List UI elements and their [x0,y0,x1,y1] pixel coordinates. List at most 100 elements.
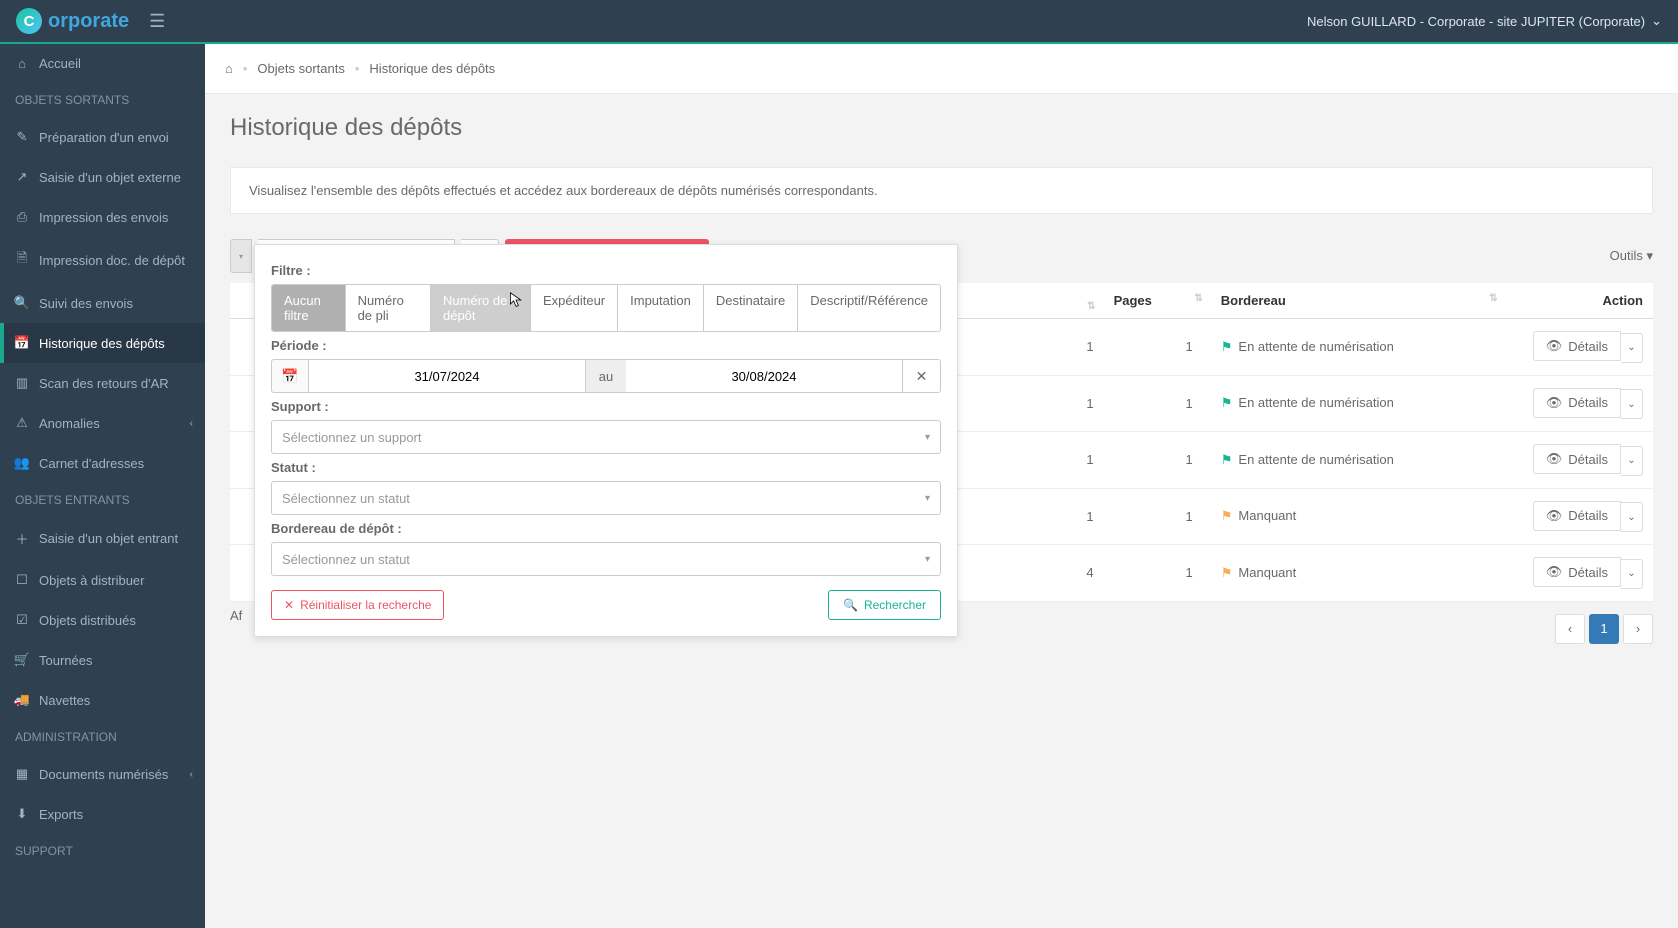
sidebar-item-tournees[interactable]: 🛒Tournées [0,640,205,680]
breadcrumb-l2: Historique des dépôts [369,61,495,76]
detail-button[interactable]: 👁Détails [1533,444,1621,474]
sidebar: ⌂Accueil OBJETS SORTANTS ✎Préparation d'… [0,44,205,928]
file-icon: 🗎 [15,249,29,271]
detail-button[interactable]: 👁Détails [1533,331,1621,361]
reset-filter-button[interactable]: ✕Réinitialiser la recherche [271,590,444,620]
support-label: Support : [271,399,941,414]
check-square-icon: ☑ [15,612,29,628]
sort-icon[interactable]: ⇅ [1194,293,1202,304]
filter-tab-none[interactable]: Aucun filtre [272,285,346,331]
chevron-left-icon: ‹ [190,769,193,780]
detail-caret[interactable]: ⌄ [1621,559,1643,589]
plus-icon: ＋ [15,529,29,548]
flag-icon: ⚑ [1221,339,1233,354]
sidebar-item-carnet[interactable]: 👥Carnet d'adresses [0,443,205,483]
info-box: Visualisez l'ensemble des dépôts effectu… [230,167,1653,214]
home-icon: ⌂ [15,56,29,71]
chevron-left-icon: ‹ [190,418,193,429]
download-icon: ⬇ [15,806,29,822]
detail-caret[interactable]: ⌄ [1621,502,1643,532]
filter-tab-imputation[interactable]: Imputation [618,285,704,331]
sidebar-item-exports[interactable]: ⬇Exports [0,794,205,834]
bordereau-select[interactable]: Sélectionnez un statut [271,542,941,576]
print-icon: ⎙ [15,209,29,225]
detail-caret[interactable]: ⌄ [1621,446,1643,476]
detail-button[interactable]: 👁Détails [1533,388,1621,418]
users-icon: 👥 [15,455,29,471]
sidebar-section-out: OBJETS SORTANTS [0,83,205,117]
flag-icon: ⚑ [1221,508,1233,523]
sidebar-item-saisie-ext[interactable]: ↗Saisie d'un objet externe [0,157,205,197]
breadcrumb: ⌂ • Objets sortants • Historique des dép… [205,44,1678,94]
detail-button[interactable]: 👁Détails [1533,501,1621,531]
detail-caret[interactable]: ⌄ [1621,389,1643,419]
page-prev[interactable]: ‹ [1555,614,1585,644]
menu-toggle-icon[interactable]: ☰ [149,11,165,32]
table-footer-text: Af [230,602,242,644]
breadcrumb-l1[interactable]: Objets sortants [257,61,344,76]
user-menu[interactable]: Nelson GUILLARD - Corporate - site JUPIT… [1307,13,1662,29]
date-to-input[interactable] [626,359,903,393]
sidebar-section-support: SUPPORT [0,834,205,868]
filter-tab-expediteur[interactable]: Expéditeur [531,285,618,331]
page-title: Historique des dépôts [205,94,1678,142]
calendar-icon[interactable]: 📅 [271,359,309,393]
flag-icon: ⚑ [1221,452,1233,467]
date-clear-button[interactable]: ✕ [903,359,941,393]
filter-tabs: Aucun filtre Numéro de pli Numéro de dép… [271,284,941,332]
sidebar-item-historique[interactable]: 📅Historique des dépôts [0,323,205,363]
eye-icon: 👁 [1546,395,1563,411]
tools-dropdown[interactable]: Outils ▾ [1610,242,1653,270]
grid-icon: ▦ [15,766,29,782]
eye-icon: 👁 [1546,451,1563,467]
sidebar-item-a-distribuer[interactable]: ☐Objets à distribuer [0,560,205,600]
calendar-icon: 📅 [15,335,29,351]
eye-icon: 👁 [1546,338,1563,354]
sidebar-item-distribues[interactable]: ☑Objets distribués [0,600,205,640]
user-label: Nelson GUILLARD - Corporate - site JUPIT… [1307,14,1645,29]
search-icon: 🔍 [843,598,858,612]
close-icon: ✕ [284,598,294,612]
sidebar-item-impression-envois[interactable]: ⎙Impression des envois [0,197,205,237]
sidebar-section-in: OBJETS ENTRANTS [0,483,205,517]
sidebar-item-scan-ar[interactable]: ▥Scan des retours d'AR [0,363,205,403]
sidebar-item-docs-num[interactable]: ▦Documents numérisés‹ [0,754,205,794]
home-icon[interactable]: ⌂ [225,61,233,76]
sidebar-item-accueil[interactable]: ⌂Accueil [0,44,205,83]
detail-button[interactable]: 👁Détails [1533,557,1621,587]
periode-label: Période : [271,338,941,353]
date-from-input[interactable] [309,359,586,393]
truck-icon: 🚚 [15,692,29,708]
filter-tab-destinataire[interactable]: Destinataire [704,285,798,331]
flag-icon: ⚑ [1221,395,1233,410]
statut-label: Statut : [271,460,941,475]
filter-tab-descriptif[interactable]: Descriptif/Référence [798,285,940,331]
page-current[interactable]: 1 [1589,614,1619,644]
logo: C orporate [16,8,129,34]
apply-filter-button[interactable]: 🔍Rechercher [828,590,941,620]
sidebar-item-suivi[interactable]: 🔍Suivi des envois [0,283,205,323]
sidebar-item-preparation[interactable]: ✎Préparation d'un envoi [0,117,205,157]
sidebar-item-anomalies[interactable]: ⚠Anomalies‹ [0,403,205,443]
flag-icon: ⚑ [1221,565,1233,580]
sidebar-item-impression-doc[interactable]: 🗎Impression doc. de dépôt [0,237,205,283]
support-select[interactable]: Sélectionnez un support [271,420,941,454]
cart-icon: 🛒 [15,652,29,668]
search-dropdown-toggle[interactable]: ▾ [230,239,252,273]
filter-tab-pli[interactable]: Numéro de pli [346,285,431,331]
sort-icon[interactable]: ⇅ [1087,301,1095,312]
sidebar-item-saisie-entrant[interactable]: ＋Saisie d'un objet entrant [0,517,205,560]
sort-icon[interactable]: ⇅ [1489,293,1497,304]
date-range: 📅 au ✕ [271,359,941,393]
warning-icon: ⚠ [15,415,29,431]
caret-down-icon: ▾ [1646,248,1653,263]
logo-text: orporate [48,10,129,33]
detail-caret[interactable]: ⌄ [1621,333,1643,363]
date-separator: au [586,359,626,393]
statut-select[interactable]: Sélectionnez un statut [271,481,941,515]
pencil-icon: ✎ [15,129,29,145]
sidebar-item-navettes[interactable]: 🚚Navettes [0,680,205,720]
barcode-icon: ▥ [15,375,29,391]
filter-tab-depot[interactable]: Numéro de dépôt [431,285,531,331]
page-next[interactable]: › [1623,614,1653,644]
